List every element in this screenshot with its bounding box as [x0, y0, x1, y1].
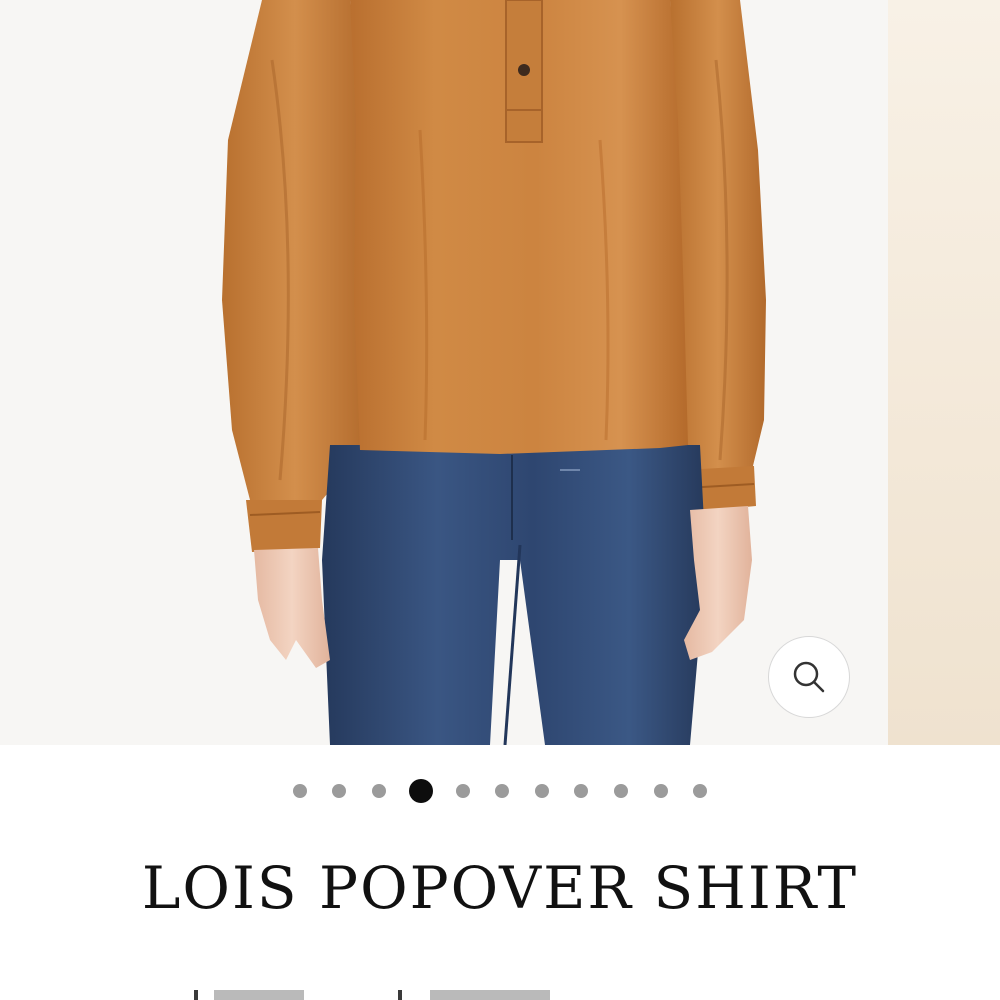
- pagination-dot[interactable]: [653, 784, 668, 798]
- pagination-dot-active[interactable]: [408, 779, 433, 803]
- pagination-dot[interactable]: [292, 784, 307, 798]
- product-photo-illustration: [222, 0, 766, 745]
- image-gallery[interactable]: [0, 0, 1000, 745]
- pagination-dot[interactable]: [693, 784, 708, 798]
- product-title: LOIS POPOVER SHIRT: [141, 854, 859, 922]
- pagination-dot[interactable]: [332, 784, 347, 798]
- gallery-pagination: [0, 778, 1000, 804]
- pagination-dot[interactable]: [455, 784, 470, 798]
- product-page: LOIS POPOVER SHIRT: [0, 0, 1000, 1000]
- product-photo[interactable]: [0, 0, 888, 745]
- pagination-dot[interactable]: [613, 784, 628, 798]
- price-row-cut-off: [180, 990, 820, 1000]
- pagination-dot[interactable]: [574, 784, 589, 798]
- magnifier-icon: [793, 661, 825, 693]
- pagination-dot[interactable]: [534, 784, 549, 798]
- pagination-dot[interactable]: [495, 784, 510, 798]
- next-photo-preview[interactable]: [888, 0, 1000, 745]
- pagination-dot[interactable]: [372, 784, 387, 798]
- zoom-button[interactable]: [768, 636, 850, 718]
